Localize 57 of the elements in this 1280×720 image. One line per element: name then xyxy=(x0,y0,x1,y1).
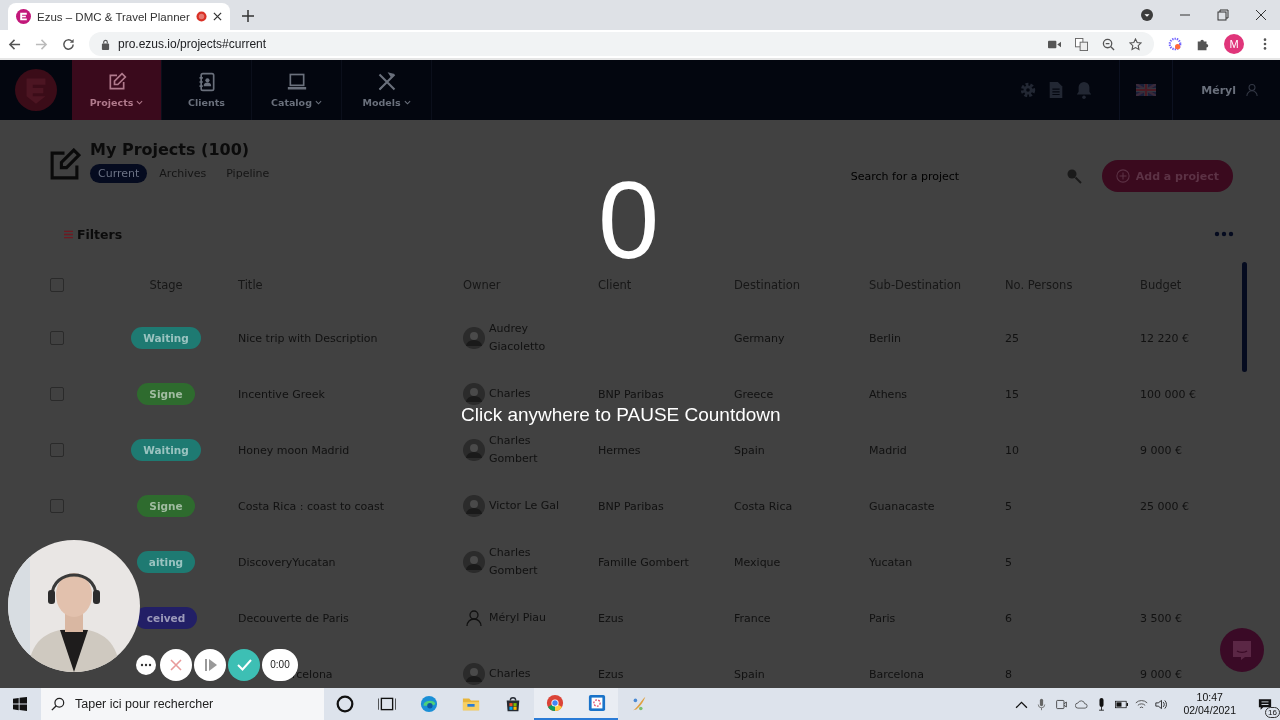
app-icon xyxy=(588,694,606,712)
notifications-icon[interactable] xyxy=(1258,697,1272,711)
back-icon[interactable] xyxy=(8,37,21,51)
stage-badge: Waiting xyxy=(131,327,201,349)
wifi-icon[interactable] xyxy=(1135,697,1149,711)
more-icon[interactable] xyxy=(136,655,156,675)
countdown-message[interactable]: Click anywhere to PAUSE Countdown xyxy=(461,405,781,425)
browser-tab[interactable]: Ezus – DMC & Travel Planner xyxy=(8,3,230,30)
profile-avatar[interactable]: M xyxy=(1224,34,1244,54)
star-icon[interactable] xyxy=(1129,37,1142,51)
puzzle-icon[interactable] xyxy=(1196,37,1210,51)
edit-icon xyxy=(48,148,81,181)
favicon-icon xyxy=(16,9,31,24)
zoom-out-icon[interactable] xyxy=(1102,37,1115,51)
task-view-icon[interactable] xyxy=(378,695,396,713)
scrollbar[interactable] xyxy=(1242,262,1247,372)
close-icon[interactable] xyxy=(1255,9,1267,21)
camera-icon[interactable] xyxy=(1055,697,1069,711)
restore-icon[interactable] xyxy=(1217,9,1229,21)
stage-badge: Signe xyxy=(137,383,195,405)
cortana-icon[interactable] xyxy=(336,695,354,713)
chrome-icon xyxy=(546,694,564,712)
taskbar-search-field[interactable]: Taper ici pour rechercher xyxy=(41,688,324,720)
translate-icon[interactable] xyxy=(1075,37,1088,51)
tab-search-icon[interactable] xyxy=(1141,9,1153,21)
close-icon[interactable] xyxy=(212,12,222,21)
lock-icon xyxy=(101,38,110,50)
address-field[interactable]: pro.ezus.io/projects#current xyxy=(89,32,1154,56)
user-name[interactable]: Méryl xyxy=(1201,83,1236,97)
new-tab-icon[interactable] xyxy=(241,10,254,22)
filter-tab[interactable]: Current xyxy=(90,164,148,183)
plus-icon xyxy=(1115,169,1130,183)
extension-icon[interactable] xyxy=(1168,37,1182,51)
laptop-icon xyxy=(286,72,307,92)
cloud-icon[interactable] xyxy=(1075,697,1089,711)
notification-count: 16 xyxy=(1265,707,1280,718)
cancel-icon[interactable] xyxy=(160,649,192,681)
stage-badge: aiting xyxy=(136,551,196,573)
clock-date[interactable]: 02/04/2021 xyxy=(1183,704,1236,717)
nav-item[interactable]: Projects xyxy=(72,60,162,120)
search-icon xyxy=(51,697,65,711)
windows-icon[interactable] xyxy=(13,697,27,711)
countdown-number[interactable]: 0 xyxy=(598,164,660,276)
stage-badge: Signe xyxy=(137,495,195,517)
clock-time[interactable]: 10:47 xyxy=(1196,691,1223,704)
reload-icon[interactable] xyxy=(62,37,75,51)
list-icon xyxy=(64,229,73,239)
resume-icon[interactable] xyxy=(194,649,226,681)
edge-icon xyxy=(420,695,438,713)
stage-badge: Waiting xyxy=(131,439,201,461)
taskbar-app[interactable] xyxy=(576,688,618,720)
speaker-icon[interactable] xyxy=(1155,697,1169,711)
tab-title: Ezus – DMC & Travel Planner xyxy=(37,10,190,23)
tools-icon xyxy=(376,72,397,92)
store-icon xyxy=(504,695,522,713)
check-icon[interactable] xyxy=(228,649,260,681)
search-field[interactable]: Search for a project xyxy=(848,168,1058,184)
